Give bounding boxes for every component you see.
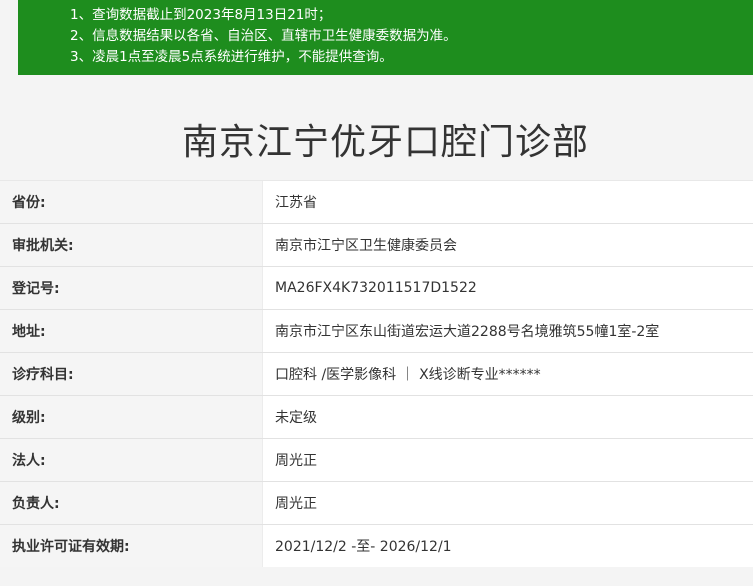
table-row-registration-number: 登记号: MA26FX4K732011517D1522 (0, 266, 753, 309)
table-row-legal-person: 法人: 周光正 (0, 438, 753, 481)
row-value: 南京市江宁区东山街道宏运大道2288号名境雅筑55幢1室-2室 (262, 310, 753, 352)
row-label: 法人: (0, 439, 262, 481)
table-row-person-in-charge: 负责人: 周光正 (0, 481, 753, 524)
page-title: 南京江宁优牙口腔门诊部 (181, 122, 589, 163)
table-row-address: 地址: 南京市江宁区东山街道宏运大道2288号名境雅筑55幢1室-2室 (0, 309, 753, 352)
row-value: 周光正 (262, 439, 753, 481)
row-value: 2021/12/2 -至- 2026/12/1 (262, 525, 753, 567)
row-label: 执业许可证有效期: (0, 525, 262, 567)
row-value: 口腔科 /医学影像科 ｜ X线诊断专业****** (262, 353, 753, 395)
table-row-level: 级别: 未定级 (0, 395, 753, 438)
row-label: 省份: (0, 181, 262, 223)
row-label: 审批机关: (0, 224, 262, 266)
notice-line-2: 2、信息数据结果以各省、自治区、直辖市卫生健康委数据为准。 (70, 28, 457, 44)
title-area: 南京江宁优牙口腔门诊部 (18, 75, 753, 180)
table-row-departments: 诊疗科目: 口腔科 /医学影像科 ｜ X线诊断专业****** (0, 352, 753, 395)
notice-banner: 1、查询数据截止到2023年8月13日21时； 2、信息数据结果以各省、自治区、… (18, 0, 753, 75)
table-row-license-validity: 执业许可证有效期: 2021/12/2 -至- 2026/12/1 (0, 524, 753, 567)
table-row-province: 省份: 江苏省 (0, 180, 753, 223)
row-label: 诊疗科目: (0, 353, 262, 395)
row-label: 级别: (0, 396, 262, 438)
row-value: 南京市江宁区卫生健康委员会 (262, 224, 753, 266)
row-value: 江苏省 (262, 181, 753, 223)
notice-line-3: 3、凌晨1点至凌晨5点系统进行维护，不能提供查询。 (70, 49, 393, 65)
row-label: 登记号: (0, 267, 262, 309)
info-table: 省份: 江苏省 审批机关: 南京市江宁区卫生健康委员会 登记号: MA26FX4… (0, 180, 753, 567)
row-label: 负责人: (0, 482, 262, 524)
table-row-approval-authority: 审批机关: 南京市江宁区卫生健康委员会 (0, 223, 753, 266)
notice-line-1: 1、查询数据截止到2023年8月13日21时； (70, 7, 332, 23)
row-value: MA26FX4K732011517D1522 (262, 267, 753, 309)
row-value: 周光正 (262, 482, 753, 524)
row-label: 地址: (0, 310, 262, 352)
row-value: 未定级 (262, 396, 753, 438)
